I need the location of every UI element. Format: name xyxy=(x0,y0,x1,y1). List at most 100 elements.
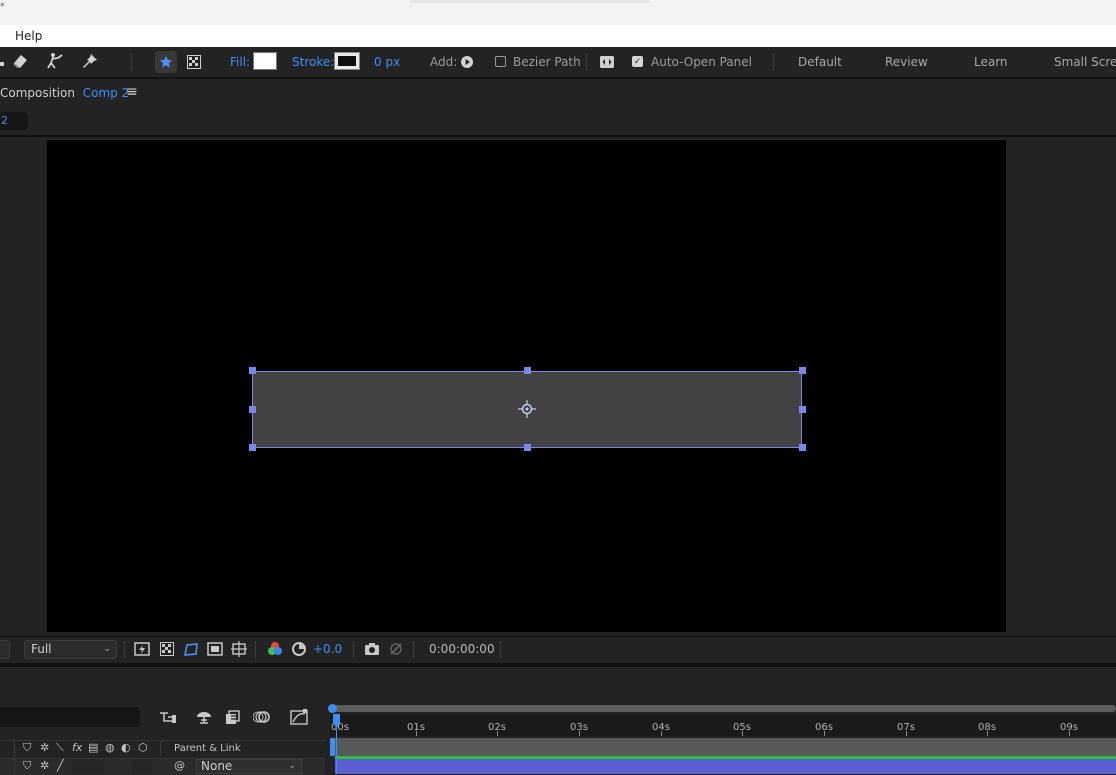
resolution-value: Full xyxy=(31,642,52,656)
frame-blending-icon[interactable] xyxy=(223,708,243,726)
composition-name[interactable]: Comp 2 xyxy=(83,86,129,100)
layer-search-input[interactable] xyxy=(0,707,140,727)
shy-layers-icon[interactable] xyxy=(194,708,214,726)
composition-tab[interactable]: Composition Comp 2 xyxy=(0,86,129,100)
menu-bar: Help xyxy=(0,25,1116,48)
work-area-bar[interactable] xyxy=(330,738,1116,756)
magnification-dropdown[interactable] xyxy=(0,640,10,659)
reset-exposure-icon[interactable] xyxy=(290,640,308,658)
fast-previews-icon[interactable] xyxy=(133,640,151,658)
viewer-separator xyxy=(500,641,501,658)
transform-handle-bottom-left[interactable] xyxy=(249,444,256,451)
auto-open-panel-checkbox[interactable]: ✓ xyxy=(632,56,643,67)
add-label: Add: xyxy=(430,55,458,69)
fill-label[interactable]: Fill: xyxy=(230,55,250,69)
mask-path-visibility-icon[interactable] xyxy=(182,640,200,658)
chevron-down-icon: ⌄ xyxy=(288,761,296,771)
workspace-review[interactable]: Review xyxy=(885,55,928,69)
transform-handle-top[interactable] xyxy=(524,367,531,374)
titlebar-highlight xyxy=(410,0,650,3)
parent-dropdown[interactable]: None ⌄ xyxy=(196,759,302,774)
workspace-small-screen[interactable]: Small Screen xyxy=(1054,55,1116,69)
composition-subheader xyxy=(0,107,1116,137)
viewer-separator xyxy=(353,641,354,658)
resolution-dropdown[interactable]: Full ⌄ xyxy=(24,640,117,659)
region-of-interest-icon[interactable] xyxy=(206,640,224,658)
time-ruler-tickmark xyxy=(416,731,417,736)
comp-breadcrumb[interactable]: 2 xyxy=(0,112,28,130)
transform-handle-left[interactable] xyxy=(249,406,256,413)
star-icon[interactable] xyxy=(155,51,177,73)
workspace-learn[interactable]: Learn xyxy=(974,55,1008,69)
add-menu-icon[interactable] xyxy=(456,51,478,73)
tool-overflow-icon[interactable] xyxy=(0,50,8,72)
exposure-value[interactable]: +0.0 xyxy=(313,642,342,656)
parent-link-column-header: Parent & Link xyxy=(174,743,241,754)
column-divider xyxy=(160,741,161,756)
transform-handle-right[interactable] xyxy=(799,406,806,413)
menu-help[interactable]: Help xyxy=(15,29,42,43)
pin-icon[interactable] xyxy=(79,50,101,72)
show-snapshot-icon[interactable] xyxy=(387,640,405,658)
time-ruler-tickmark xyxy=(661,731,662,736)
viewer-separator xyxy=(255,641,256,658)
chevron-down-icon: ⌄ xyxy=(103,644,111,654)
fill-swatch[interactable] xyxy=(253,52,277,70)
show-channel-icon[interactable] xyxy=(266,640,284,658)
panel-menu-icon[interactable]: ≡ xyxy=(126,84,138,100)
composition-panel-header xyxy=(0,79,1116,107)
checker-icon[interactable] xyxy=(183,51,205,73)
adjustment-layer-icon[interactable]: ◐ xyxy=(121,741,131,754)
time-ruler-tickmark xyxy=(497,731,498,736)
current-time-line xyxy=(336,728,337,774)
shy-switch-icon[interactable]: ⛉ xyxy=(23,741,31,755)
layer-collapse-switch-icon[interactable]: ✲ xyxy=(40,759,49,772)
time-ruler-tickmark xyxy=(579,731,580,736)
bezier-path-checkbox[interactable] xyxy=(495,56,506,67)
layer-switches-area[interactable] xyxy=(132,759,152,774)
viewer-separator xyxy=(124,641,125,658)
transform-handle-bottom[interactable] xyxy=(524,444,531,451)
layer-shy-switch-icon[interactable]: ⛉ xyxy=(23,759,31,773)
3d-layer-icon[interactable]: ⬡ xyxy=(138,741,148,754)
transform-handle-top-right[interactable] xyxy=(799,367,806,374)
layer-quality-switch-icon[interactable]: ╱ xyxy=(57,759,64,772)
layer-switches-area[interactable] xyxy=(72,759,104,774)
quality-switch-icon[interactable]: ⟍ xyxy=(56,741,64,755)
time-ruler-tickmark xyxy=(906,731,907,736)
time-navigator-start-handle[interactable] xyxy=(328,704,337,713)
time-ruler-tickmark xyxy=(987,731,988,736)
collapse-switch-icon[interactable]: ✲ xyxy=(40,741,49,754)
time-ruler-tickmark xyxy=(824,731,825,736)
transparency-grid-icon[interactable] xyxy=(158,640,176,658)
work-area-start-handle[interactable] xyxy=(330,738,335,756)
stroke-label[interactable]: Stroke: xyxy=(292,55,334,69)
composition-flowchart-icon[interactable] xyxy=(158,708,178,726)
current-time-display[interactable]: 0:00:00:00 xyxy=(429,642,495,656)
transform-handle-top-left[interactable] xyxy=(249,367,256,374)
motion-blur-icon[interactable] xyxy=(252,708,272,726)
frame-blend-switch-icon[interactable]: ▤ xyxy=(88,741,98,754)
panel-toggle-icon[interactable] xyxy=(596,51,618,73)
time-navigator-bar[interactable] xyxy=(330,705,1116,712)
grid-guides-icon[interactable] xyxy=(230,640,248,658)
column-divider xyxy=(0,759,15,774)
stroke-swatch[interactable] xyxy=(334,52,360,70)
pick-whip-icon[interactable]: @ xyxy=(174,759,185,772)
time-ruler-tickmark xyxy=(742,731,743,736)
viewer-separator xyxy=(413,641,414,658)
puppet-icon[interactable] xyxy=(44,50,66,72)
fx-icon[interactable]: fx xyxy=(72,741,82,754)
window-title: * xyxy=(0,2,5,12)
time-ruler[interactable] xyxy=(330,714,1116,736)
stroke-width-value[interactable]: 0 px xyxy=(374,55,400,69)
eraser-icon[interactable] xyxy=(9,50,31,72)
transform-handle-bottom-right[interactable] xyxy=(799,444,806,451)
graph-editor-icon[interactable] xyxy=(289,708,309,726)
anchor-point-icon[interactable] xyxy=(518,400,536,418)
snapshot-camera-icon[interactable] xyxy=(363,640,381,658)
column-divider xyxy=(0,740,15,757)
workspace-default[interactable]: Default xyxy=(798,55,842,69)
layer-duration-bar[interactable] xyxy=(335,759,1116,774)
motion-blur-switch-icon[interactable]: ◍ xyxy=(105,741,115,754)
